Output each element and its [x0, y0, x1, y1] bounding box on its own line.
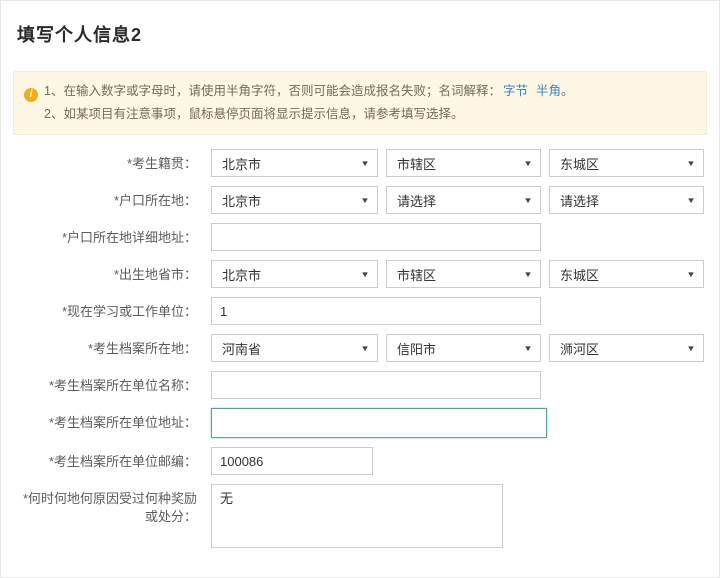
birthplace-city-value: 市辖区 [397, 267, 437, 283]
chevron-down-icon: ▼ [686, 343, 696, 353]
chevron-down-icon: ▼ [686, 195, 696, 205]
personal-info-form: *考生籍贯： 北京市 ▼ 市辖区 ▼ 东城区 ▼ *户口所在地： 北京市 ▼ 请… [13, 149, 707, 548]
birthplace-city-select[interactable]: 市辖区 ▼ [386, 260, 541, 288]
birthplace-district-value: 东城区 [560, 267, 600, 283]
form-row-archive-unit-name: *考生档案所在单位名称： [13, 371, 707, 399]
origin-province-select[interactable]: 北京市 ▼ [211, 149, 378, 177]
archive-unit-address-input[interactable] [211, 408, 547, 438]
archive-province-value: 河南省 [222, 341, 262, 357]
page-title: 填写个人信息2 [17, 25, 143, 45]
form-row-candidate-origin: *考生籍贯： 北京市 ▼ 市辖区 ▼ 东城区 ▼ [13, 149, 707, 177]
archive-city-value: 信阳市 [397, 341, 437, 357]
candidate-origin-label: *考生籍贯： [126, 156, 197, 171]
origin-province-value: 北京市 [222, 156, 262, 172]
chevron-down-icon: ▼ [686, 158, 696, 168]
form-row-work-unit: *现在学习或工作单位： [13, 297, 707, 325]
chevron-down-icon: ▼ [360, 195, 370, 205]
notice-text-1-suffix: 。 [561, 84, 574, 98]
awards-punishments-label: *何时何地何原因受过何种奖励或处分： [22, 491, 197, 524]
notice-text-2: 2、如某项目有注意事项，鼠标悬停页面将显示提示信息，请参考填写选择。 [44, 107, 464, 121]
chevron-down-icon: ▼ [523, 195, 533, 205]
work-unit-label: *现在学习或工作单位： [61, 304, 197, 319]
archive-unit-postcode-input[interactable] [211, 447, 373, 475]
halfwidth-term-link[interactable]: 半角 [536, 84, 561, 98]
notice-box: i 1、在输入数字或字母时，请使用半角字符，否则可能会造成报名失败；名词解释： 字节… [13, 71, 707, 135]
origin-district-value: 东城区 [560, 156, 600, 172]
residence-city-select[interactable]: 请选择 ▼ [386, 186, 541, 214]
form-row-awards-punishments: *何时何地何原因受过何种奖励或处分： 无 [13, 484, 707, 548]
chevron-down-icon: ▼ [360, 269, 370, 279]
origin-city-value: 市辖区 [397, 156, 437, 172]
chevron-down-icon: ▼ [686, 269, 696, 279]
form-row-residence: *户口所在地： 北京市 ▼ 请选择 ▼ 请选择 ▼ [13, 186, 707, 214]
birthplace-label: *出生地省市： [113, 267, 197, 282]
origin-city-select[interactable]: 市辖区 ▼ [386, 149, 541, 177]
residence-label: *户口所在地： [113, 193, 197, 208]
residence-district-select[interactable]: 请选择 ▼ [549, 186, 704, 214]
form-row-residence-address: *户口所在地详细地址： [13, 223, 707, 251]
byte-term-link[interactable]: 字节 [503, 84, 528, 98]
form-row-archive-location: *考生档案所在地： 河南省 ▼ 信阳市 ▼ 浉河区 ▼ [13, 334, 707, 362]
work-unit-input[interactable] [211, 297, 541, 325]
notice-line-1: i 1、在输入数字或字母时，请使用半角字符，否则可能会造成报名失败；名词解释： 字节… [24, 80, 694, 103]
residence-city-value: 请选择 [397, 193, 437, 209]
archive-unit-postcode-label: *考生档案所在单位邮编： [48, 454, 197, 469]
birthplace-province-select[interactable]: 北京市 ▼ [211, 260, 378, 288]
chevron-down-icon: ▼ [360, 343, 370, 353]
chevron-down-icon: ▼ [523, 343, 533, 353]
form-row-archive-unit-postcode: *考生档案所在单位邮编： [13, 447, 707, 475]
archive-location-label: *考生档案所在地： [87, 341, 197, 356]
archive-unit-name-input[interactable] [211, 371, 541, 399]
archive-unit-name-label: *考生档案所在单位名称： [48, 378, 197, 393]
residence-district-value: 请选择 [560, 193, 600, 209]
residence-address-input[interactable] [211, 223, 541, 251]
awards-punishments-textarea[interactable]: 无 [211, 484, 503, 548]
info-icon: i [24, 88, 38, 102]
archive-city-select[interactable]: 信阳市 ▼ [386, 334, 541, 362]
birthplace-district-select[interactable]: 东城区 ▼ [549, 260, 704, 288]
chevron-down-icon: ▼ [523, 158, 533, 168]
chevron-down-icon: ▼ [523, 269, 533, 279]
residence-province-value: 北京市 [222, 193, 262, 209]
archive-district-value: 浉河区 [560, 341, 600, 357]
origin-district-select[interactable]: 东城区 ▼ [549, 149, 704, 177]
notice-line-2: 2、如某项目有注意事项，鼠标悬停页面将显示提示信息，请参考填写选择。 [24, 103, 694, 126]
chevron-down-icon: ▼ [360, 158, 370, 168]
birthplace-province-value: 北京市 [222, 267, 262, 283]
archive-province-select[interactable]: 河南省 ▼ [211, 334, 378, 362]
form-row-birthplace: *出生地省市： 北京市 ▼ 市辖区 ▼ 东城区 ▼ [13, 260, 707, 288]
form-row-archive-unit-address: *考生档案所在单位地址： [13, 408, 707, 438]
residence-province-select[interactable]: 北京市 ▼ [211, 186, 378, 214]
notice-text-1: 1、在输入数字或字母时，请使用半角字符，否则可能会造成报名失败；名词解释： [44, 84, 501, 98]
residence-address-label: *户口所在地详细地址： [61, 230, 197, 245]
archive-unit-address-label: *考生档案所在单位地址： [48, 415, 197, 430]
archive-district-select[interactable]: 浉河区 ▼ [549, 334, 704, 362]
